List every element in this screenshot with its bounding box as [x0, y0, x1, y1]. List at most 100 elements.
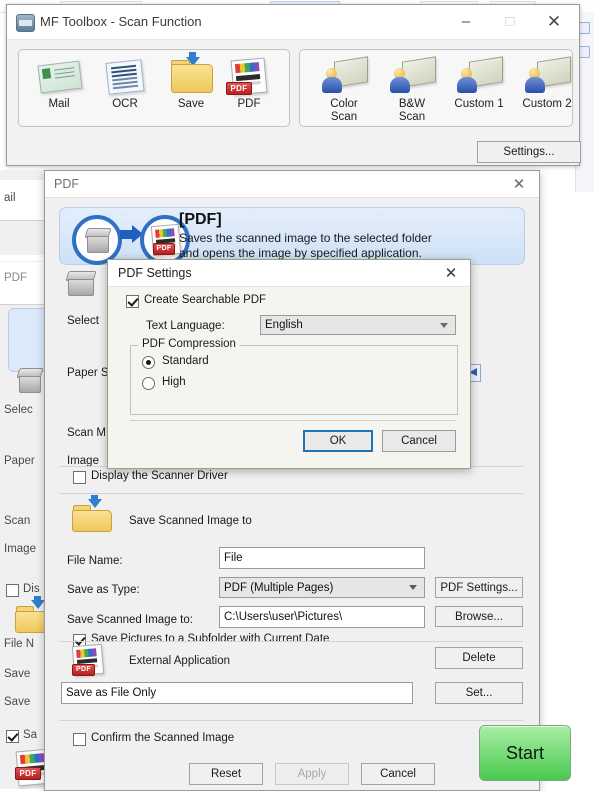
banner-title: [PDF]: [179, 211, 222, 228]
pdf-document-icon: PDF: [225, 55, 273, 97]
background-checkbox: [6, 584, 19, 597]
scanner-app-icon: [16, 14, 35, 32]
function-label: Custom 1: [454, 98, 504, 110]
close-icon[interactable]: ✕: [532, 5, 576, 38]
confirm-scanned-image-label: Confirm the Scanned Image: [91, 732, 235, 744]
display-scanner-driver-label: Display the Scanner Driver: [91, 470, 228, 482]
function-label: Save: [177, 98, 205, 110]
start-button[interactable]: Start: [479, 725, 571, 781]
background-label: File N: [4, 638, 35, 650]
select-scanner-label: Select: [67, 315, 99, 327]
file-name-input[interactable]: File: [219, 547, 425, 569]
background-label: Selec: [4, 404, 33, 416]
function-label-line2: Scan: [398, 111, 426, 123]
maximize-icon[interactable]: □: [488, 5, 532, 38]
background-checkbox: [6, 730, 19, 743]
pdf-badge-icon: PDF: [15, 767, 41, 780]
pdf-settings-dialog: PDF Settings ✕ Create Searchable PDF Tex…: [107, 259, 471, 469]
function-button-pdf[interactable]: PDF PDF: [217, 55, 281, 121]
background-label: Save: [4, 668, 31, 680]
settings-button[interactable]: Settings...: [477, 141, 581, 163]
divider: [59, 641, 523, 642]
banner-description-line1: Saves the scanned image to the selected …: [179, 231, 432, 245]
secondary-function-group: Color Scan B&W Scan Custom 1 Custom 2: [299, 49, 573, 127]
text-language-label: Text Language:: [146, 320, 225, 332]
primary-function-group: Mail OCR Save PDF PDF: [18, 49, 290, 127]
banner-description-line2: and opens the image by specified applica…: [179, 246, 422, 260]
external-application-heading: External Application: [129, 655, 231, 667]
user-scan-icon: [523, 55, 571, 97]
background-label: Save: [4, 696, 31, 708]
pdf-settings-button[interactable]: PDF Settings...: [435, 577, 523, 598]
pdf-badge-icon: PDF: [153, 243, 175, 255]
function-button-custom-2[interactable]: Custom 2: [511, 55, 583, 121]
subfolder-label: Save Pictures to a Subfolder with Curren…: [91, 633, 330, 645]
display-scanner-driver-checkbox[interactable]: [73, 471, 86, 484]
function-button-bw-scan[interactable]: B&W Scan: [380, 55, 444, 123]
background-label: Sa: [23, 729, 38, 741]
compression-label-high: High: [162, 376, 186, 388]
compression-radio-standard[interactable]: [142, 356, 155, 369]
compression-label-standard: Standard: [162, 355, 209, 367]
function-button-mail[interactable]: Mail: [27, 55, 91, 121]
save-section-heading: Save Scanned Image to: [129, 515, 252, 527]
function-label: B&W: [398, 98, 426, 110]
cancel-button[interactable]: Cancel: [382, 430, 456, 452]
user-scan-icon: [320, 55, 368, 97]
function-button-custom-1[interactable]: Custom 1: [443, 55, 515, 121]
function-button-save[interactable]: Save: [159, 52, 223, 121]
pdf-document-icon: PDF: [71, 643, 105, 677]
file-name-label: File Name:: [67, 555, 123, 567]
background-label: Paper: [4, 455, 35, 467]
divider: [130, 420, 456, 421]
compression-radio-high[interactable]: [142, 377, 155, 390]
save-as-type-label: Save as Type:: [67, 584, 140, 596]
pdf-dialog-titlebar[interactable]: [45, 171, 539, 198]
scan-mode-label: Scan M: [67, 427, 106, 439]
background-label: Image: [4, 543, 36, 555]
function-label: OCR: [112, 98, 138, 110]
reset-button[interactable]: Reset: [189, 763, 263, 785]
ocr-document-icon: [101, 55, 149, 97]
function-button-ocr[interactable]: OCR: [93, 55, 157, 121]
save-as-type-select[interactable]: PDF (Multiple Pages): [219, 577, 425, 598]
pdf-settings-title: PDF Settings: [118, 266, 192, 280]
create-searchable-pdf-checkbox[interactable]: [126, 295, 139, 308]
user-scan-icon: [455, 55, 503, 97]
background-label: PDF: [4, 272, 27, 284]
browse-button[interactable]: Browse...: [435, 606, 523, 627]
mail-icon: [35, 55, 83, 97]
ok-button[interactable]: OK: [303, 430, 373, 452]
function-button-color-scan[interactable]: Color Scan: [312, 55, 376, 123]
save-to-input[interactable]: C:\Users\user\Pictures\: [219, 606, 425, 628]
minimize-icon[interactable]: –: [444, 5, 488, 38]
paper-size-label: Paper S: [67, 367, 109, 379]
set-button[interactable]: Set...: [435, 682, 523, 704]
background-label: Dis: [23, 583, 40, 595]
scanner-icon: [72, 215, 122, 265]
pdf-badge-icon: PDF: [72, 664, 95, 676]
close-icon[interactable]: ✕: [501, 171, 537, 196]
pdf-badge-icon: PDF: [226, 82, 252, 95]
scanner-icon: [65, 271, 97, 301]
window-title: MF Toolbox - Scan Function: [40, 14, 202, 29]
background-label: Scan: [4, 515, 31, 527]
text-language-select[interactable]: English: [260, 315, 456, 335]
confirm-scanned-image-checkbox[interactable]: [73, 733, 86, 746]
delete-button[interactable]: Delete: [435, 647, 523, 669]
function-label: Mail: [48, 98, 70, 110]
close-icon[interactable]: ✕: [434, 260, 468, 285]
create-searchable-pdf-label: Create Searchable PDF: [144, 294, 267, 306]
mf-toolbox-window: MF Toolbox - Scan Function – □ ✕ Mail OC…: [6, 4, 581, 166]
save-folder-icon: [71, 495, 113, 532]
apply-button: Apply: [275, 763, 349, 785]
pdf-compression-legend: PDF Compression: [138, 338, 240, 350]
function-label: PDF: [237, 98, 261, 110]
cancel-button[interactable]: Cancel: [361, 763, 435, 785]
background-label: ail: [4, 192, 16, 204]
external-application-input[interactable]: Save as File Only: [61, 682, 413, 704]
chevron-down-icon: [440, 323, 448, 328]
function-label: Custom 2: [522, 98, 572, 110]
function-label: Color: [330, 98, 358, 110]
divider: [59, 720, 523, 721]
